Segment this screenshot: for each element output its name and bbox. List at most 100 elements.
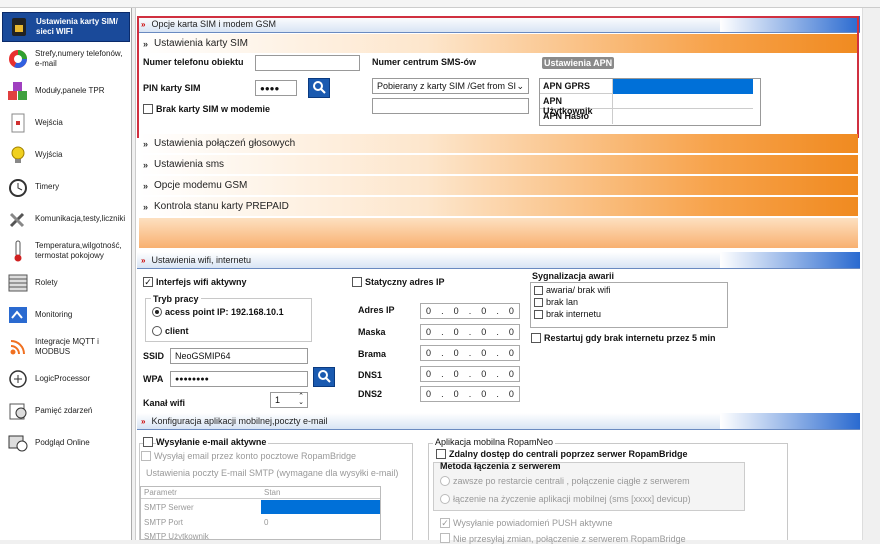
sidebar-item-label: Moduły,panele TPR xyxy=(35,86,105,95)
alarm-internet-checkbox[interactable] xyxy=(534,310,543,319)
pin-input[interactable]: ●●●● xyxy=(255,80,297,96)
sidebar-item-label: Wyjścia xyxy=(35,150,63,159)
subsection-title: Kontrola stanu karty PREPAID xyxy=(154,201,289,212)
alarm-wifi-checkbox[interactable] xyxy=(534,286,543,295)
no-sim-checkbox[interactable] xyxy=(143,104,153,114)
cut-label: Nie przesyłaj zmian, połączenie z serwer… xyxy=(453,534,686,544)
sidebar-item-label: Monitoring xyxy=(35,310,73,319)
method-always-radio[interactable] xyxy=(440,476,450,486)
sidebar-item-label: Rolety xyxy=(35,278,58,287)
ip-input[interactable]: 0.0.0.0 xyxy=(420,303,520,319)
cut-checkbox[interactable] xyxy=(440,533,450,543)
gateway-input[interactable]: 0.0.0.0 xyxy=(420,345,520,361)
chevron-down-icon: » xyxy=(141,255,146,265)
table-cell: SMTP Użytkownik xyxy=(144,532,209,540)
sidebar-item-outputs[interactable]: Wyjścia xyxy=(2,142,130,168)
sidebar-item-temperature[interactable]: Temperatura,wilgotność, termostat pokojo… xyxy=(2,236,130,266)
alarm-lan-checkbox[interactable] xyxy=(534,298,543,307)
sidebar-item-label: Komunikacja,testy,liczniki xyxy=(35,214,126,223)
sidebar-item-modules[interactable]: Moduły,panele TPR xyxy=(2,78,130,104)
push-label: Wysyłanie powiadomień PUSH aktywne xyxy=(453,518,613,528)
search-button[interactable] xyxy=(308,78,330,98)
sms-center-select[interactable]: Pobierany z karty SIM /Get from SI ⌄ xyxy=(372,78,529,94)
subsection-title: Ustawienia karty SIM xyxy=(154,38,248,49)
remote-access-checkbox[interactable] xyxy=(436,449,446,459)
chevron-down-icon: » xyxy=(143,38,149,49)
section-header-wifi[interactable]: » Ustawienia wifi, internetu xyxy=(137,252,860,269)
sidebar-item-label: Integracje MQTT i MODBUS xyxy=(35,337,99,356)
mode-ap-label: acess point IP: 192.168.10.1 xyxy=(165,307,284,317)
sidebar-item-online[interactable]: Podgląd Online xyxy=(2,430,130,456)
restart-checkbox[interactable] xyxy=(531,333,541,343)
sms-center-label: Numer centrum SMS-ów xyxy=(372,57,477,67)
apn-gprs-label: APN GPRS xyxy=(540,79,613,94)
sidebar-item-label: Strefy,numery telefonów, e-mail xyxy=(35,49,123,68)
sidebar-item-mqtt[interactable]: Integracje MQTT i MODBUS xyxy=(2,332,130,362)
collapsed-modem[interactable]: » Opcje modemu GSM xyxy=(139,176,858,195)
table-header: Stan xyxy=(264,488,281,497)
gateway-label: Brama xyxy=(358,349,387,359)
subsection-header-sim-card[interactable]: » Ustawienia karty SIM xyxy=(139,34,858,53)
ssid-input[interactable]: NeoGSMIP64 xyxy=(170,348,308,364)
mode-ap-radio[interactable] xyxy=(152,307,162,317)
sidebar-item-timers[interactable]: Timery xyxy=(2,174,130,200)
static-ip-checkbox[interactable] xyxy=(352,277,362,287)
email-active-checkbox[interactable] xyxy=(143,437,153,447)
dns1-input[interactable]: 0.0.0.0 xyxy=(420,366,520,382)
ssid-label: SSID xyxy=(143,351,165,361)
apn-password-input[interactable] xyxy=(613,109,753,124)
static-ip-label: Statyczny adres IP xyxy=(365,277,445,287)
apn-gprs-input[interactable] xyxy=(613,79,753,94)
apn-user-input[interactable] xyxy=(613,94,753,109)
smtp-port-input[interactable]: 0 xyxy=(264,518,268,527)
collapsed-sms[interactable]: » Ustawienia sms xyxy=(139,155,858,174)
vertical-scrollbar[interactable] xyxy=(862,8,880,540)
sidebar-item-zones[interactable]: Strefy,numery telefonów, e-mail xyxy=(2,46,130,72)
clock-icon xyxy=(6,175,30,199)
phone-input[interactable] xyxy=(255,55,360,71)
mode-client-radio[interactable] xyxy=(152,326,162,336)
chevron-right-icon: » xyxy=(143,201,149,212)
sidebar-item-monitoring[interactable]: Monitoring xyxy=(2,302,130,328)
chevron-down-icon: ⌄ xyxy=(516,80,524,91)
wpa-input[interactable]: ●●●●●●●● xyxy=(170,371,308,387)
push-checkbox[interactable]: ✓ xyxy=(440,518,450,528)
thermometer-icon xyxy=(6,239,30,263)
pie-chart-icon xyxy=(6,47,30,71)
sidebar-item-logic[interactable]: LogicProcessor xyxy=(2,366,130,392)
smtp-user-input[interactable] xyxy=(261,530,380,539)
sidebar-item-sim-wifi[interactable]: Ustawienia karty SIM/ sieci WIFI xyxy=(2,12,130,42)
table-cell: SMTP Serwer xyxy=(144,503,194,512)
section-title: Konfiguracja aplikacji mobilnej,poczty e… xyxy=(151,416,328,426)
sms-center-input[interactable] xyxy=(372,98,529,114)
dns2-label: DNS2 xyxy=(358,389,383,399)
section-title: Opcje karta SIM i modem GSM xyxy=(151,19,276,29)
collapsed-prepaid[interactable]: » Kontrola stanu karty PREPAID xyxy=(139,197,858,216)
section-header-mobile[interactable]: » Konfiguracja aplikacji mobilnej,poczty… xyxy=(137,413,860,430)
stepper-arrows-icon[interactable]: ⌃ ⌄ xyxy=(298,393,304,406)
channel-stepper[interactable]: 1 ⌃ ⌄ xyxy=(270,392,308,408)
collapsed-voice[interactable]: » Ustawienia połączeń głosowych xyxy=(139,134,858,153)
subsection-title: Ustawienia połączeń głosowych xyxy=(154,138,296,149)
email-bridge-checkbox[interactable] xyxy=(141,451,151,461)
ip-label: Adres IP xyxy=(358,305,395,315)
apn-user-label: APN Użytkownik xyxy=(540,94,613,116)
online-view-icon xyxy=(6,431,30,455)
sidebar-item-inputs[interactable]: Wejścia xyxy=(2,110,130,136)
event-memory-icon xyxy=(6,399,30,423)
sms-center-select-value: Pobierany z karty SIM /Get from SI xyxy=(377,81,517,91)
method-always-label: zawsze po restarcie centrali , połączeni… xyxy=(453,476,690,486)
smtp-server-input[interactable] xyxy=(261,500,380,514)
mask-input[interactable]: 0.0.0.0 xyxy=(420,324,520,340)
sidebar-item-blinds[interactable]: Rolety xyxy=(2,270,130,296)
chevron-down-icon: » xyxy=(141,416,146,426)
method-on-request-radio[interactable] xyxy=(440,494,450,504)
wifi-active-checkbox[interactable]: ✓ xyxy=(143,277,153,287)
wpa-label: WPA xyxy=(143,374,164,384)
dns2-input[interactable]: 0.0.0.0 xyxy=(420,386,520,402)
sidebar-item-label: Wejścia xyxy=(35,118,63,127)
wpa-search-button[interactable] xyxy=(313,367,335,387)
sidebar-item-events[interactable]: Pamięć zdarzeń xyxy=(2,398,130,424)
sidebar-item-communication[interactable]: Komunikacja,testy,liczniki xyxy=(2,206,130,232)
section-header-sim[interactable]: » Opcje karta SIM i modem GSM xyxy=(137,16,860,33)
